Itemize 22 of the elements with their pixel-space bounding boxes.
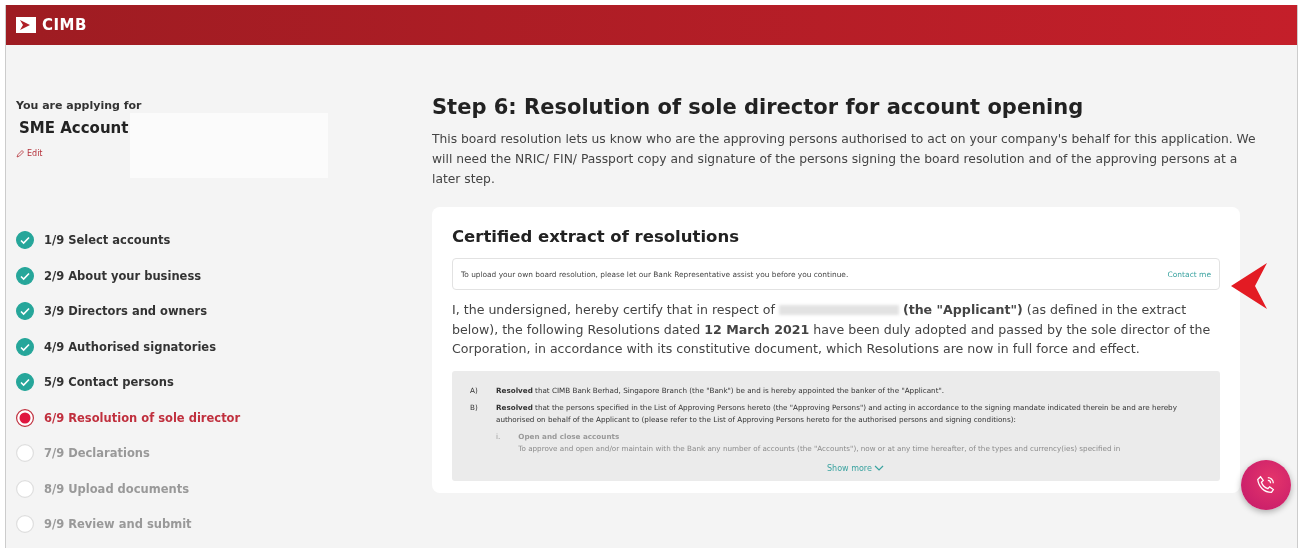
certify-text: I, the undersigned, hereby certify that in respect of — [452, 301, 775, 319]
pencil-icon — [16, 149, 24, 158]
step-item[interactable]: 6/9 Resolution of sole director — [44, 410, 241, 425]
applying-label: You are applying for — [16, 99, 143, 112]
step-item[interactable]: 5/9 Contact persons — [44, 375, 174, 389]
edit-link[interactable]: Edit — [16, 149, 43, 158]
step-item[interactable]: 3/9 Directors and owners — [44, 304, 208, 318]
certify-text: (the "Applicant") (as defined in the extract — [902, 301, 1187, 319]
product-name: SME Account — [19, 119, 129, 137]
card-title: Certified extract of resolutions — [452, 227, 740, 246]
step-item[interactable]: 2/9 About your business — [44, 268, 202, 283]
logo-text: CIMB — [42, 16, 87, 34]
pointer-arrow-icon — [1231, 261, 1267, 311]
page-title: Step 6: Resolution of sole director for account opening — [432, 95, 1085, 119]
logo-icon — [16, 17, 36, 33]
certify-text: below), the following Resolutions dated 12 March 2021 have been duly adopted and passed by the sole director of the Corporation, in accordance with its constitutive document, which Resolutions are now in full force and effect. — [452, 320, 1212, 358]
step-item[interactable]: 1/9 Select accounts — [44, 233, 171, 247]
intro-text: This board resolution lets us know who are the approving persons authorised to act on your company's behalf for this application. We will need the NRIC/ FIN/ Passport copy and signature of the persons signing the board resolution and of the approving persons at a later step. — [432, 131, 1257, 188]
call-button[interactable] — [1241, 460, 1291, 510]
phone-icon — [1255, 474, 1277, 496]
step-item[interactable]: 4/9 Authorised signatories — [44, 339, 216, 354]
chevron-down-icon — [873, 465, 884, 471]
